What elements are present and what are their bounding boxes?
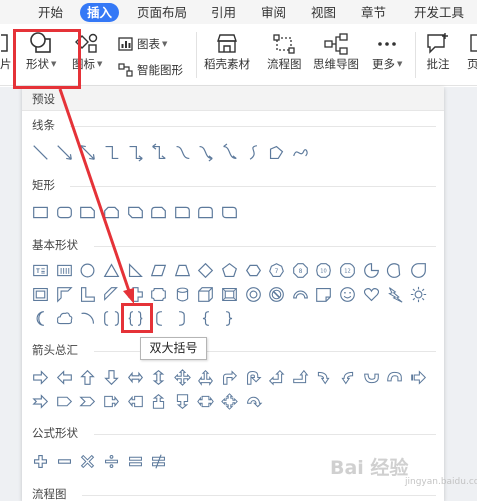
annotation-arrow bbox=[58, 88, 134, 304]
watermark-url: jingyan.baidu.com bbox=[405, 477, 477, 487]
watermark-logo: Bai 经验 bbox=[330, 457, 409, 479]
